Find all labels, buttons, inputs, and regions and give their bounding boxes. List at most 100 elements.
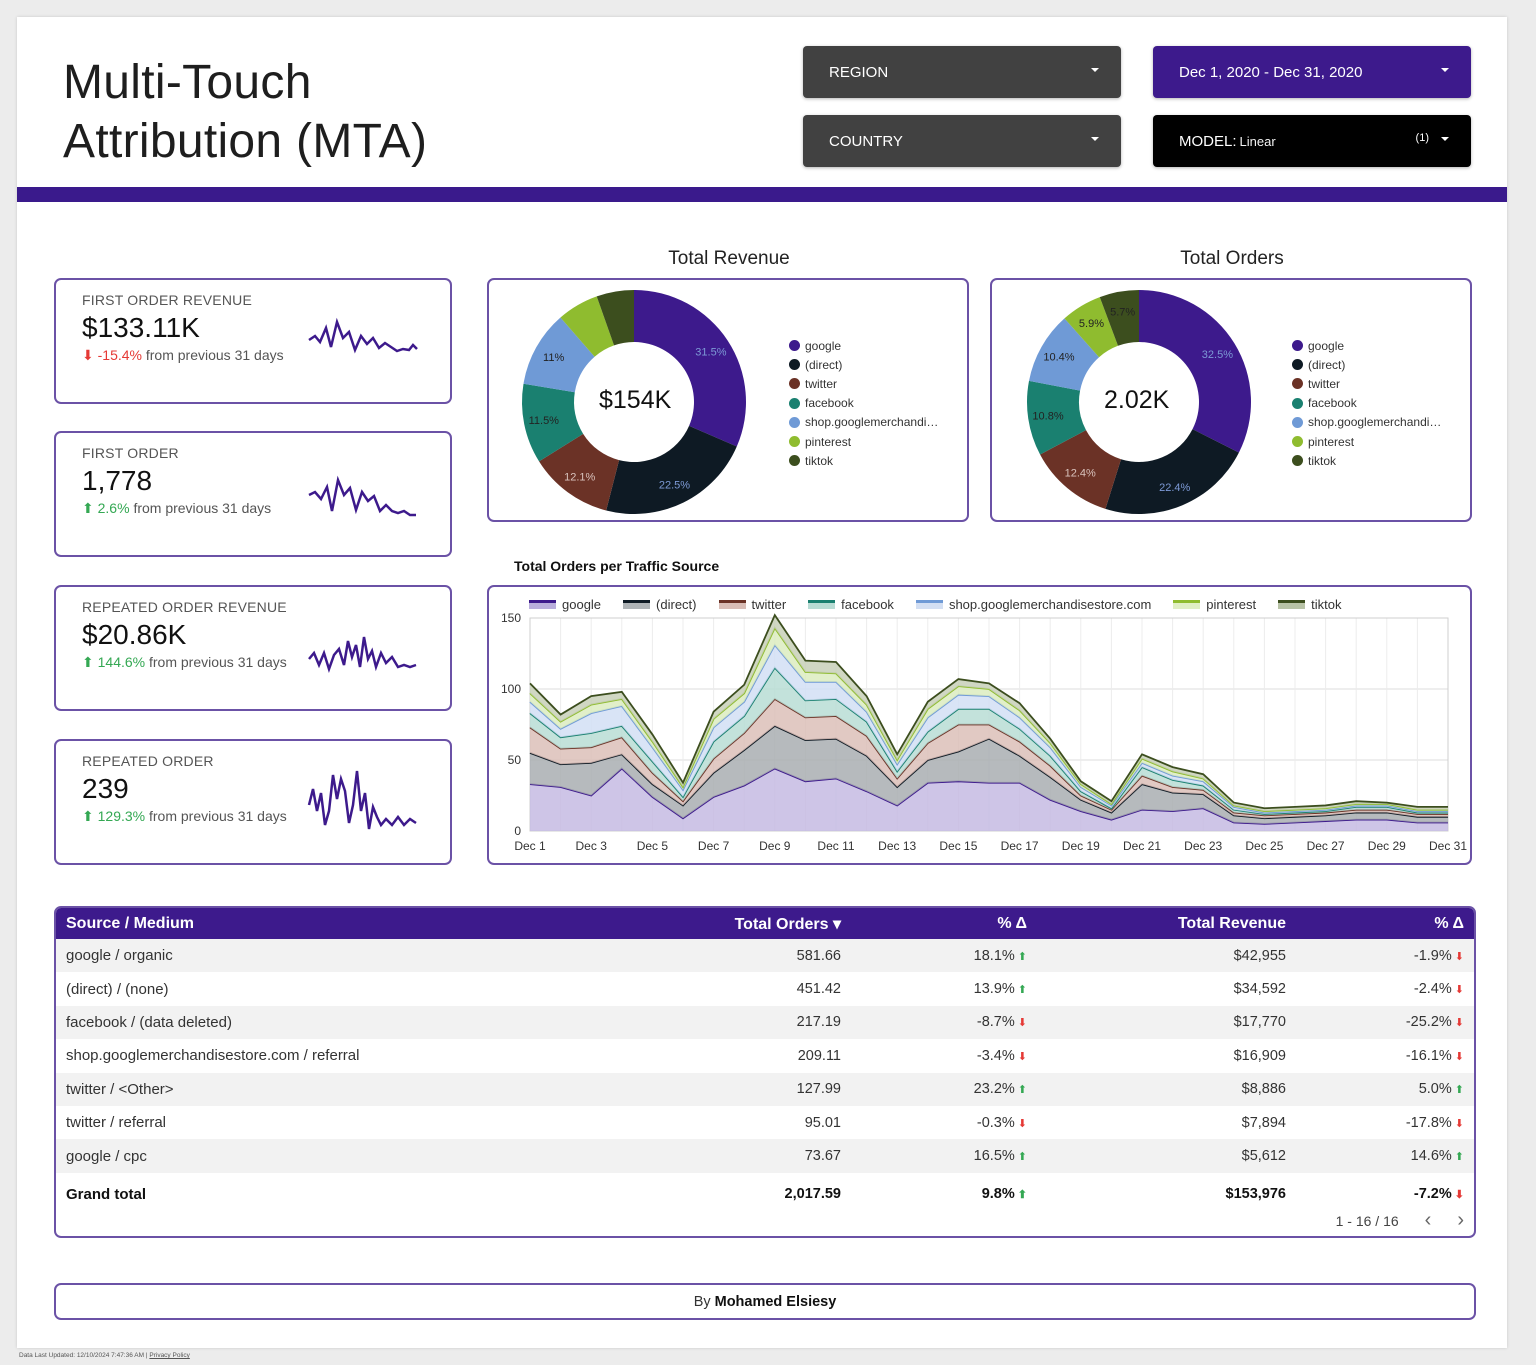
- pagination-range: 1 - 16 / 16: [1335, 1212, 1399, 1229]
- donut-slice-label: 5.9%: [1079, 318, 1104, 330]
- kpi-value: $20.86K: [82, 619, 187, 650]
- orders-donut-title: Total Orders: [1180, 248, 1284, 269]
- legend-item-shop: shop.googlemerchandi…: [789, 413, 938, 432]
- orders-donut-legend: google (direct) twitter facebook shop.go…: [1292, 336, 1441, 470]
- donut-slice-label: 31.5%: [695, 346, 726, 358]
- kpi-comparison: ⬆ 2.6% from previous 31 days: [82, 500, 271, 517]
- donut-slice-label: 5.7%: [1110, 306, 1135, 318]
- x-tick-label: Dec 31: [1429, 839, 1467, 853]
- column-header-source[interactable]: Source / Medium: [56, 908, 616, 939]
- arrow-up-icon: ⬆: [82, 500, 94, 516]
- table-row: (direct) / (none) 451.42 13.9% ⬆ $34,592 -2.4…: [56, 972, 1474, 1006]
- cell-orders: 2,017.59: [616, 1172, 851, 1216]
- cell-orders: 73.67: [804, 1148, 841, 1165]
- donut-slice-google[interactable]: [634, 290, 746, 447]
- kpi-card-repeated-order-revenue: REPEATED ORDER REVENUE $20.86K ⬆ 144.6% …: [54, 585, 452, 711]
- column-header-orders-delta[interactable]: % Δ: [851, 908, 1037, 939]
- arrow-down-icon: ⬇: [1454, 984, 1464, 997]
- cell-revenue-delta: -2.4% ⬇: [1296, 972, 1474, 1005]
- meta-separator: |: [145, 1352, 148, 1359]
- kpi-value: $133.11K: [82, 312, 200, 343]
- dashboard-page: Multi-Touch Attribution (MTA) REGION COU…: [17, 17, 1507, 1348]
- kpi-delta: -15.4%: [97, 347, 142, 363]
- donut-slice-label: 10.8%: [1032, 411, 1063, 423]
- x-tick-label: Dec 19: [1062, 839, 1100, 853]
- legend-label: facebook: [1308, 396, 1357, 411]
- legend-item-facebook: facebook: [789, 394, 938, 413]
- country-filter-dropdown[interactable]: COUNTRY: [803, 115, 1121, 167]
- x-tick-label: Dec 9: [759, 839, 791, 853]
- column-header-total-orders[interactable]: Total Orders ▾: [616, 908, 851, 939]
- cell-source: twitter / <Other>: [66, 1080, 174, 1098]
- region-filter-label: REGION: [829, 63, 889, 81]
- chevron-right-icon[interactable]: ›: [1457, 1209, 1464, 1232]
- delta-value: -17.8%: [1405, 1114, 1452, 1131]
- legend-item-shop: shop.googlemerchandi…: [1292, 413, 1441, 432]
- date-range-picker[interactable]: Dec 1, 2020 - Dec 31, 2020: [1153, 46, 1471, 98]
- y-tick-label: 100: [501, 682, 521, 696]
- delta-value: -0.3%: [976, 1114, 1015, 1131]
- cell-source: facebook / (data deleted): [66, 1013, 232, 1031]
- x-tick-label: Dec 7: [698, 839, 730, 853]
- kpi-comparison: ⬇ -15.4% from previous 31 days: [82, 347, 284, 364]
- kpi-label: FIRST ORDER REVENUE: [82, 292, 253, 308]
- x-tick-label: Dec 29: [1368, 839, 1406, 853]
- arrow-up-icon: ⬆: [82, 654, 94, 670]
- cell-orders-delta: -3.4% ⬇: [851, 1039, 1037, 1072]
- cell-revenue: $16,909: [1233, 1047, 1286, 1064]
- legend-item-tiktok: tiktok: [789, 451, 938, 470]
- arrow-up-icon: ⬆: [1017, 950, 1027, 963]
- privacy-policy-link[interactable]: Privacy Policy: [149, 1352, 189, 1359]
- kpi-label: REPEATED ORDER REVENUE: [82, 599, 287, 615]
- cell-orders-delta: 18.1% ⬆: [851, 939, 1037, 972]
- donut-slice-label: 10.4%: [1043, 352, 1074, 364]
- revenue-donut-card: 31.5% 22.5% 12.1% 11.5% 11% $154K google (di…: [487, 278, 969, 522]
- legend-label: facebook: [805, 396, 854, 411]
- kpi-value: 239: [82, 773, 129, 804]
- legend-item-twitter: twitter: [789, 374, 938, 393]
- table-row: twitter / referral 95.01 -0.3% ⬇ $7,894 -17.8…: [56, 1105, 1474, 1140]
- table-row: google / organic 581.66 18.1% ⬆ $42,955 -1.9%…: [56, 939, 1474, 973]
- country-filter-label: COUNTRY: [829, 132, 903, 150]
- legend-item-google: google: [1292, 336, 1441, 355]
- arrow-down-icon: ⬇: [1454, 1117, 1464, 1130]
- model-filter-value: Linear: [1239, 133, 1276, 149]
- arrow-down-icon: ⬇: [1017, 1050, 1027, 1063]
- model-filter-dropdown[interactable]: MODEL: Linear (1): [1153, 115, 1471, 167]
- arrow-down-icon: ⬇: [1454, 1050, 1464, 1063]
- kpi-comparison: ⬆ 144.6% from previous 31 days: [82, 654, 287, 671]
- legend-item-pinterest: pinterest: [789, 432, 938, 451]
- region-filter-dropdown[interactable]: REGION: [803, 46, 1121, 98]
- arrow-up-icon: ⬆: [1017, 984, 1027, 997]
- delta-value: -25.2%: [1405, 1014, 1452, 1031]
- column-header-total-revenue[interactable]: Total Revenue: [1037, 908, 1296, 939]
- donut-slice-label: 12.1%: [564, 471, 595, 483]
- delta-value: 9.8%: [981, 1186, 1015, 1203]
- legend-label: (direct): [805, 357, 843, 372]
- legend-label: tiktok: [1308, 453, 1337, 468]
- model-selection-count: (1): [1415, 132, 1429, 144]
- arrow-up-icon: ⬆: [1454, 1151, 1464, 1164]
- cell-revenue-delta: -25.2% ⬇: [1296, 1006, 1474, 1039]
- chevron-left-icon[interactable]: ‹: [1425, 1209, 1432, 1232]
- donut-slice-label: 12.4%: [1065, 468, 1096, 480]
- header-divider-band: [17, 187, 1507, 202]
- cell-orders: 95.01: [804, 1114, 841, 1131]
- sparkline: [307, 770, 417, 830]
- column-header-revenue-delta[interactable]: % Δ: [1296, 908, 1474, 939]
- legend-label: shop.googlemerchandi…: [1308, 415, 1442, 430]
- sparkline: [308, 475, 416, 517]
- cell-orders-delta: -0.3% ⬇: [851, 1106, 1037, 1139]
- delta-value: 23.2%: [973, 1081, 1015, 1098]
- legend-item-twitter: twitter: [1292, 374, 1441, 393]
- donut-slice-direct[interactable]: [606, 425, 737, 514]
- cell-orders: 209.11: [797, 1047, 841, 1064]
- cell-revenue-delta: -1.9% ⬇: [1296, 939, 1474, 972]
- footer-author: Mohamed Elsiesy: [714, 1293, 837, 1310]
- cell-orders-delta: 16.5% ⬆: [851, 1139, 1037, 1172]
- data-last-updated: Data Last Updated: 12/10/2024 7:47:36 AM…: [19, 1352, 190, 1359]
- revenue-donut-title: Total Revenue: [668, 248, 790, 269]
- table-row: facebook / (data deleted) 217.19 -8.7% ⬇ $17…: [56, 1005, 1474, 1040]
- donut-slice-google[interactable]: [1139, 290, 1251, 453]
- table-row: twitter / <Other> 127.99 23.2% ⬆ $8,886 5.0% ⬆: [56, 1072, 1474, 1106]
